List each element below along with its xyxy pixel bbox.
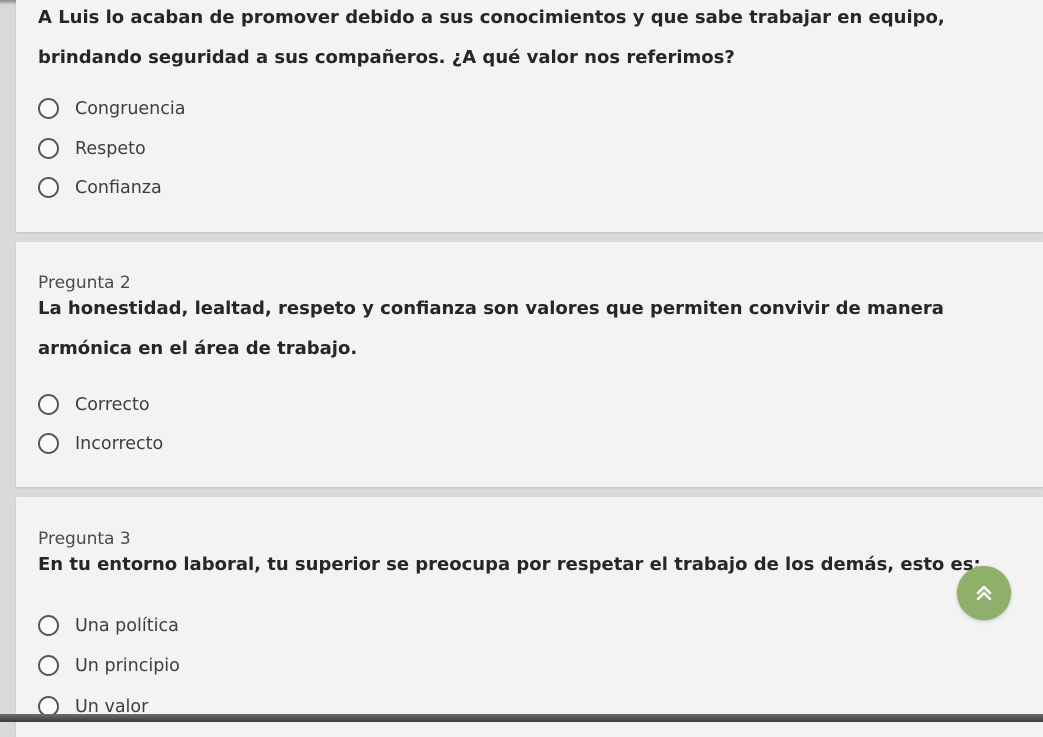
option-respeto[interactable]: Respeto <box>38 138 146 159</box>
option-correcto[interactable]: Correcto <box>38 394 150 415</box>
radio-button[interactable] <box>38 177 59 198</box>
question-text: La honestidad, lealtad, respeto y confia… <box>38 298 944 359</box>
option-label: Correcto <box>75 394 150 415</box>
radio-button[interactable] <box>38 98 59 119</box>
radio-button[interactable] <box>38 394 59 415</box>
question-card-2: Pregunta 2 La honestidad, lealtad, respe… <box>16 242 1043 487</box>
option-label: Una política <box>75 615 179 636</box>
question-card-3: Pregunta 3 En tu entorno laboral, tu sup… <box>16 497 1043 737</box>
radio-button[interactable] <box>38 138 59 159</box>
question-text: A Luis lo acaban de promover debido a su… <box>38 7 945 68</box>
radio-button[interactable] <box>38 615 59 636</box>
question-text: En tu entorno laboral, tu superior se pr… <box>38 554 981 575</box>
option-label: Un principio <box>75 655 180 676</box>
option-label: Confianza <box>75 177 162 198</box>
option-label: Respeto <box>75 138 146 159</box>
scroll-to-top-button[interactable] <box>957 566 1011 620</box>
radio-button[interactable] <box>38 655 59 676</box>
option-un-principio[interactable]: Un principio <box>38 655 180 676</box>
option-congruencia[interactable]: Congruencia <box>38 98 185 119</box>
option-label: Congruencia <box>75 98 186 119</box>
option-una-politica[interactable]: Una política <box>38 615 179 636</box>
option-confianza[interactable]: Confianza <box>38 177 162 198</box>
double-chevron-up-icon <box>976 585 992 601</box>
screen-bottom-edge <box>0 714 1043 722</box>
radio-button[interactable] <box>38 433 59 454</box>
option-incorrecto[interactable]: Incorrecto <box>38 433 163 454</box>
option-label: Incorrecto <box>75 433 164 454</box>
question-card-1: A Luis lo acaban de promover debido a su… <box>16 0 1043 232</box>
